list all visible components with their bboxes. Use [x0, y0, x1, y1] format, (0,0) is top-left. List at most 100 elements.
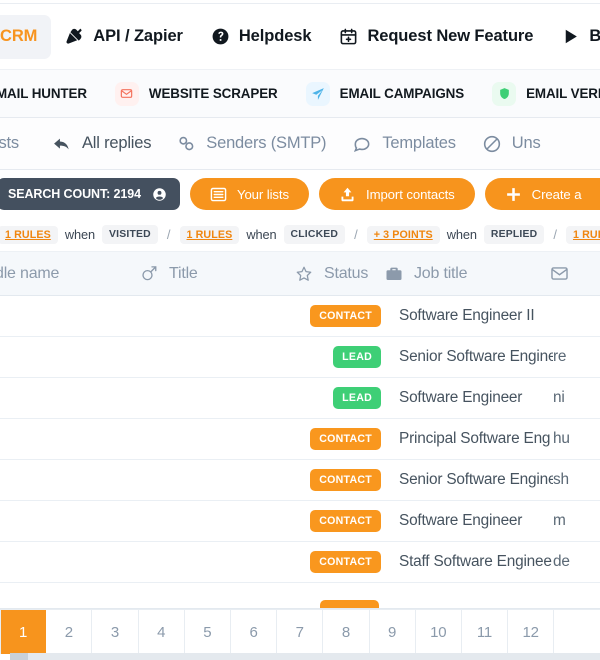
paper-plane-icon — [305, 81, 330, 106]
pagination-page-4[interactable]: 4 — [139, 610, 185, 654]
nav-item-unsubscribed[interactable]: Uns — [469, 134, 554, 154]
rule-link-replied[interactable]: + 3 POINTS — [366, 225, 440, 244]
pagination-page-7[interactable]: 7 — [277, 610, 324, 654]
rule-when-replied: when — [446, 227, 477, 242]
upload-icon — [339, 186, 356, 203]
product-item-email-verify[interactable]: EMAIL VERIFY — [478, 81, 600, 106]
table-body: CONTACT Software Engineer II LEAD Senior… — [0, 296, 600, 583]
table-row[interactable]: CONTACT Software Engineer II — [0, 296, 600, 337]
product-navbar: MAIL HUNTER WEBSITE SCRAPER EMAIL CAMPAI… — [0, 70, 600, 118]
cell-status: CONTACT — [0, 469, 390, 491]
table-row[interactable]: CONTACT Senior Software Engine sh — [0, 460, 600, 501]
create-label: Create a — [531, 186, 582, 202]
cell-status: CONTACT — [0, 551, 390, 573]
cell-email: hu — [553, 430, 570, 447]
rule-separator: / — [166, 227, 171, 242]
cell-job-title: Senior Software Engine — [399, 348, 553, 365]
status-badge: LEAD — [333, 387, 381, 409]
pagination-bar: 1 2 3 4 5 6 7 8 9 10 11 12 — [0, 608, 600, 660]
pagination-page-6[interactable]: 6 — [231, 610, 278, 654]
nav-item-helpdesk[interactable]: Helpdesk — [197, 15, 326, 59]
nav-label-unsubscribed: Uns — [511, 134, 541, 152]
product-item-website-scraper[interactable]: WEBSITE SCRAPER — [101, 81, 292, 106]
search-count-label: SEARCH COUNT: 2194 — [8, 187, 141, 201]
product-item-mail-hunter[interactable]: MAIL HUNTER — [0, 86, 101, 101]
user-circle-icon — [152, 187, 167, 202]
nav-item-all-replies[interactable]: All replies — [32, 134, 164, 154]
product-label-email-campaigns: EMAIL CAMPAIGNS — [339, 86, 465, 101]
cell-job-title: Senior Software Engine — [399, 471, 553, 488]
nav-item-request-new-feature[interactable]: Request New Feature — [325, 15, 547, 59]
rule-when-visited: when — [64, 227, 96, 242]
table-row[interactable]: CONTACT Staff Software Enginee de — [0, 542, 600, 583]
pagination-list: 1 2 3 4 5 6 7 8 9 10 11 12 — [0, 609, 600, 654]
action-toolbar: SEARCH COUNT: 2194 Your lists Import con… — [0, 170, 600, 218]
pagination-page-3[interactable]: 3 — [92, 610, 139, 654]
venus-mars-icon — [140, 265, 158, 283]
cell-job-title: Software Engineer — [399, 389, 523, 406]
rule-link-fourth[interactable]: 1 RULES — [565, 225, 600, 244]
pagination-page-8[interactable]: 8 — [323, 610, 370, 654]
table-row[interactable]: LEAD Senior Software Engine re — [0, 337, 600, 378]
pagination-page-11[interactable]: 11 — [462, 610, 509, 654]
link-chain-icon — [177, 134, 196, 153]
pagination-page-5[interactable]: 5 — [185, 610, 231, 654]
table-row[interactable]: CONTACT Principal Software Eng hu — [0, 419, 600, 460]
table-row[interactable]: CONTACT Software Engineer m — [0, 501, 600, 542]
column-header-status[interactable]: Status — [295, 265, 385, 283]
pagination-page-1[interactable]: 1 — [0, 610, 47, 654]
cell-email: re — [553, 348, 567, 365]
nav-label-api-zapier: API / Zapier — [93, 27, 183, 45]
column-header-middle-name[interactable]: dle name — [0, 265, 140, 283]
nav-label-helpdesk: Helpdesk — [238, 27, 312, 45]
rule-group-fourth: 1 RULES — [565, 225, 600, 244]
status-badge: CONTACT — [310, 510, 381, 532]
pagination-page-10[interactable]: 10 — [416, 610, 462, 654]
pagination-page-12[interactable]: 12 — [508, 610, 555, 654]
pagination-page-2[interactable]: 2 — [46, 610, 93, 654]
rule-when-clicked: when — [246, 227, 277, 242]
primary-navbar: CRM API / Zapier Helpdesk Request New Fe… — [0, 4, 600, 70]
import-contacts-label: Import contacts — [366, 186, 455, 202]
rule-link-visited[interactable]: 1 RULES — [0, 225, 58, 244]
your-lists-label: Your lists — [236, 186, 289, 202]
plus-icon — [505, 186, 522, 203]
status-badge: CONTACT — [310, 469, 381, 491]
nav-item-crm[interactable]: CRM — [0, 14, 52, 59]
search-count-badge: SEARCH COUNT: 2194 — [0, 178, 180, 210]
nav-item-templates[interactable]: Templates — [339, 134, 468, 154]
column-header-email[interactable] — [550, 264, 569, 283]
pagination-page-9[interactable]: 9 — [370, 610, 416, 654]
scrollbar-thumb[interactable] — [10, 653, 28, 660]
rules-strip: 1 RULES when VISITED / 1 RULES when CLIC… — [0, 218, 600, 252]
product-label-mail-hunter: MAIL HUNTER — [0, 86, 87, 101]
your-lists-button[interactable]: Your lists — [189, 178, 309, 210]
status-badge: LEAD — [333, 346, 381, 368]
nav-label-templates: Templates — [382, 134, 456, 152]
envelope-icon — [114, 81, 139, 106]
rule-link-clicked[interactable]: 1 RULES — [179, 225, 240, 244]
column-header-job-title[interactable]: Job title — [385, 265, 550, 283]
column-label-job-title: Job title — [414, 264, 468, 282]
nav-item-lists[interactable]: ists — [0, 134, 32, 153]
secondary-navbar: ists All replies Senders (SMTP) — [0, 118, 600, 170]
create-button[interactable]: Create a — [484, 178, 600, 210]
nav-item-api-zapier[interactable]: API / Zapier — [51, 15, 197, 59]
column-header-title[interactable]: Title — [140, 265, 295, 283]
nav-item-b[interactable]: B — [547, 15, 600, 59]
table-row[interactable]: LEAD Software Engineer ni — [0, 378, 600, 419]
horizontal-scrollbar[interactable] — [10, 653, 600, 660]
cell-status: CONTACT — [0, 305, 390, 327]
nav-item-senders-smtp[interactable]: Senders (SMTP) — [164, 134, 339, 153]
product-item-email-campaigns[interactable]: EMAIL CAMPAIGNS — [292, 81, 478, 106]
status-badge: CONTACT — [310, 551, 381, 573]
plug-icon — [65, 27, 84, 46]
cell-status: CONTACT — [0, 510, 390, 532]
envelope-outline-icon — [550, 264, 569, 283]
nav-label-senders-smtp: Senders (SMTP) — [206, 134, 327, 152]
nav-label-lists: ists — [0, 134, 19, 152]
import-contacts-button[interactable]: Import contacts — [319, 178, 475, 210]
rule-group-clicked: 1 RULES when CLICKED — [179, 225, 346, 244]
rule-tag-clicked: CLICKED — [283, 225, 346, 244]
status-badge: CONTACT — [310, 305, 381, 327]
